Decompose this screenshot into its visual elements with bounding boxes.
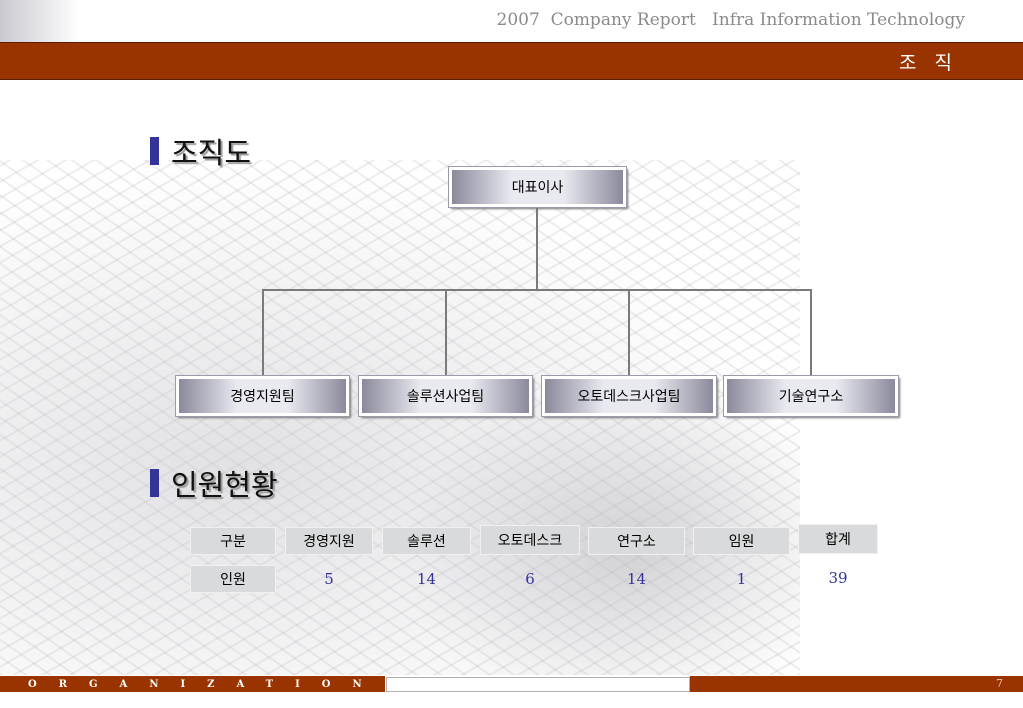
connector-dept-1 — [262, 289, 264, 377]
staff-heading: 인원현황 — [150, 462, 278, 504]
slide: 2007 Company Report Infra Information Te… — [0, 0, 1023, 708]
footer-middle-bar — [386, 677, 690, 692]
page-number: 7 — [996, 677, 1003, 690]
org-box-dept: 오토데스크사업팀 — [542, 376, 716, 416]
table-header-cell: 연구소 — [588, 527, 685, 555]
org-box-dept: 솔루션사업팀 — [359, 376, 532, 416]
table-value-cell: 39 — [828, 569, 848, 587]
org-box-dept: 경영지원팀 — [176, 376, 349, 416]
header-bar: 조 직 — [0, 42, 1023, 80]
heading-marker — [150, 137, 159, 165]
corner-gradient — [0, 0, 80, 42]
table-value-cell: 1 — [736, 570, 747, 588]
connector-vertical-root — [536, 206, 538, 290]
table-row-label: 인원 — [190, 565, 276, 593]
table-value-cell: 14 — [626, 570, 647, 588]
table-header-cell: 구분 — [190, 527, 276, 555]
table-header-cell: 솔루션 — [382, 527, 471, 555]
table-header-cell: 임원 — [693, 527, 790, 555]
footer-right-bar: 7 — [690, 676, 1023, 692]
table-header-cell: 경영지원 — [285, 527, 373, 555]
table-value-cell: 5 — [324, 570, 334, 588]
table-header-cell: 오토데스크 — [480, 525, 580, 555]
connector-horizontal — [262, 289, 812, 291]
org-chart-heading-text: 조직도 — [171, 136, 252, 170]
connector-dept-4 — [810, 289, 812, 377]
footer-bar: ORGANIZATION 7 — [0, 676, 1023, 692]
table-header-cell: 합계 — [798, 524, 878, 554]
footer-left-bar: ORGANIZATION — [0, 676, 385, 692]
connector-dept-3 — [628, 289, 630, 377]
org-chart-heading: 조직도 — [150, 130, 251, 172]
staff-heading-text: 인원현황 — [171, 468, 278, 502]
section-label: 조 직 — [899, 52, 958, 74]
heading-marker — [150, 469, 159, 497]
table-value-cell: 6 — [525, 570, 535, 588]
footer-section-name: ORGANIZATION — [28, 678, 384, 690]
connector-dept-2 — [445, 289, 447, 377]
org-box-dept: 기술연구소 — [724, 376, 898, 416]
table-value-cell: 14 — [416, 570, 437, 588]
report-title: 2007 Company Report Infra Information Te… — [496, 10, 966, 30]
org-box-ceo: 대표이사 — [449, 167, 626, 207]
